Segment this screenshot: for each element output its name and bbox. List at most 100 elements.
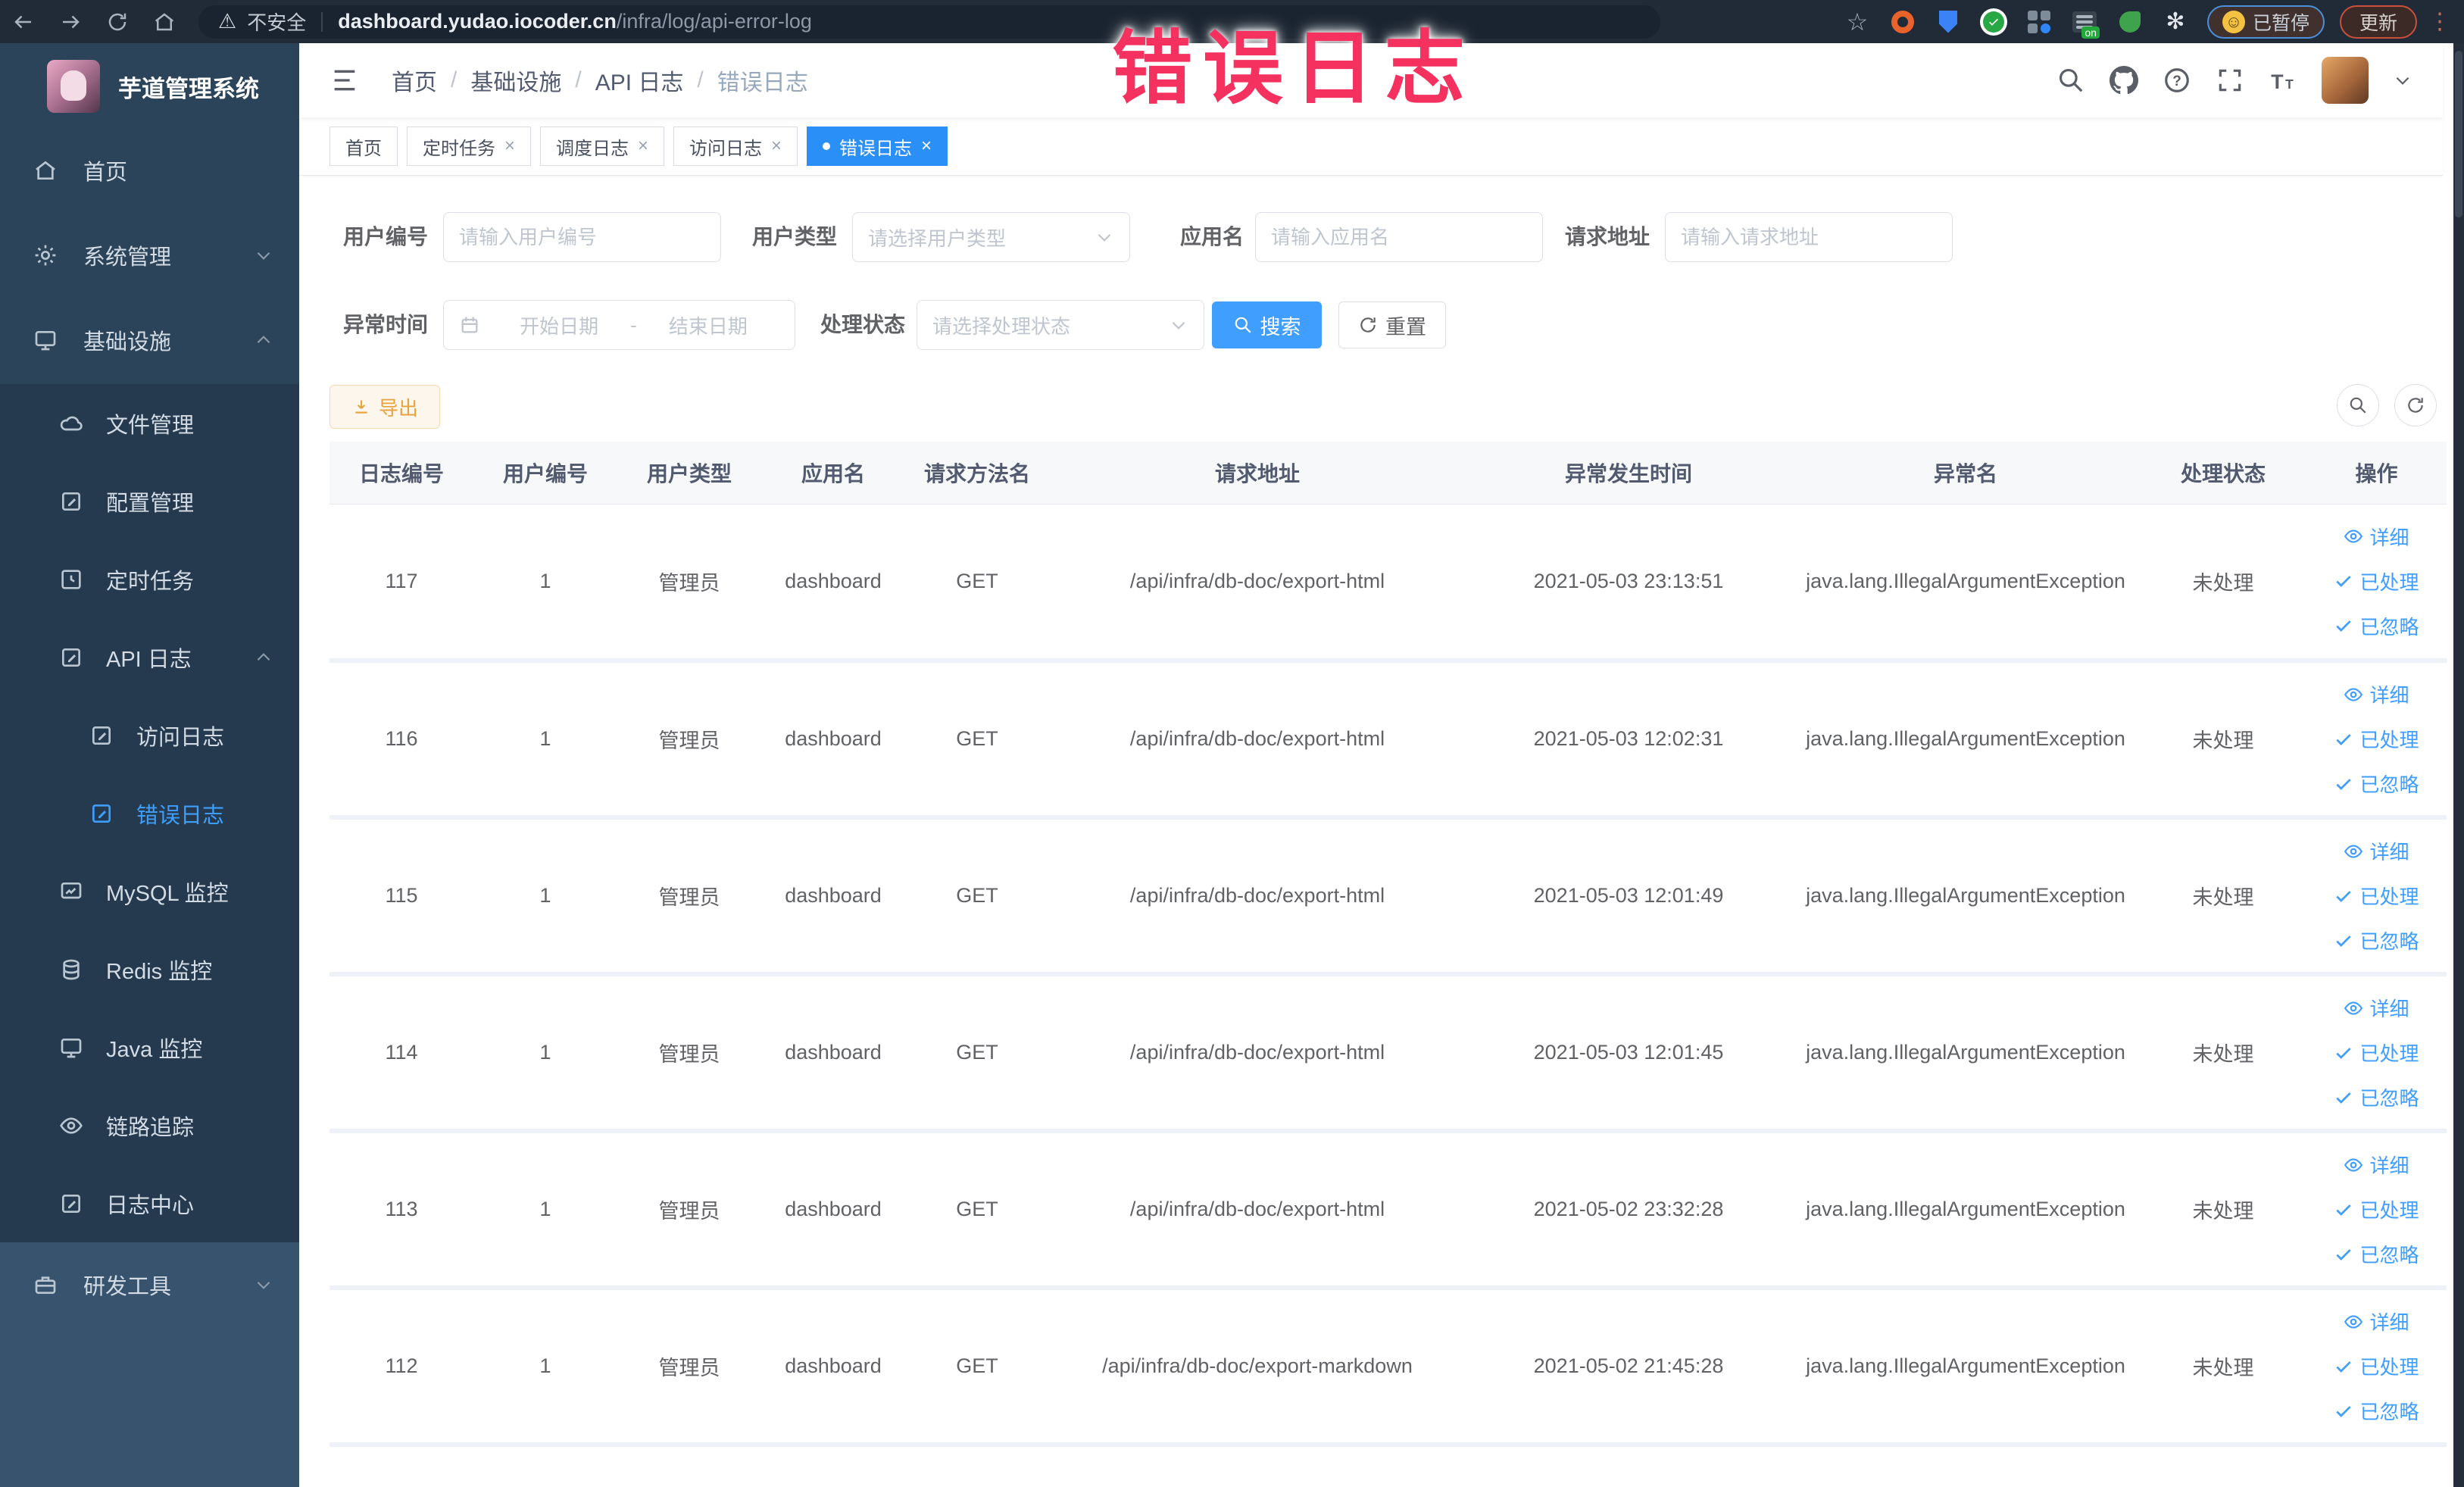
- cell-user-id: 1: [473, 1288, 617, 1447]
- cell-log-id: 116: [329, 661, 473, 820]
- fullscreen-icon[interactable]: [2216, 66, 2244, 95]
- close-icon[interactable]: ×: [638, 137, 648, 155]
- detail-link[interactable]: 详细: [2344, 680, 2409, 708]
- request-url-label: 请求地址: [1564, 225, 1650, 248]
- sidebar-item-system-management[interactable]: 系统管理: [0, 213, 299, 298]
- paused-extension-pill[interactable]: ☺ 已暂停: [2206, 5, 2325, 39]
- detail-link[interactable]: 详细: [2344, 523, 2409, 551]
- refresh-table-button[interactable]: [2394, 384, 2437, 426]
- sidebar-item-file-management[interactable]: 文件管理: [0, 384, 299, 462]
- extension-icon[interactable]: on: [2065, 5, 2104, 39]
- chevron-up-icon: [254, 648, 273, 667]
- ignored-link[interactable]: 已忽略: [2334, 612, 2419, 640]
- sidebar-item-config-management[interactable]: 配置管理: [0, 462, 299, 540]
- back-icon[interactable]: [0, 0, 47, 43]
- tag-dispatch-log[interactable]: 调度日志 ×: [540, 127, 665, 166]
- sidebar-item-infrastructure[interactable]: 基础设施: [0, 298, 299, 383]
- sidebar-item-trace[interactable]: 链路追踪: [0, 1086, 299, 1164]
- sidebar-item-java-monitor[interactable]: Java 监控: [0, 1008, 299, 1086]
- update-button[interactable]: 更新: [2339, 5, 2417, 39]
- sidebar-item-log-center[interactable]: 日志中心: [0, 1164, 299, 1242]
- sidebar-item-redis-monitor[interactable]: Redis 监控: [0, 930, 299, 1008]
- reload-icon[interactable]: [94, 0, 141, 43]
- ignored-link[interactable]: 已忽略: [2334, 1240, 2419, 1268]
- request-url-input[interactable]: [1665, 212, 1953, 262]
- smiley-icon: ☺: [2222, 10, 2245, 33]
- chevron-down-icon[interactable]: [2393, 70, 2412, 90]
- cell-user-id: 1: [473, 974, 617, 1133]
- extension-icon[interactable]: [1928, 5, 1968, 39]
- process-status-select[interactable]: 请选择处理状态: [917, 300, 1204, 350]
- scrollbar[interactable]: [2453, 43, 2464, 1487]
- sidebar-item-scheduled-tasks[interactable]: 定时任务: [0, 540, 299, 618]
- breadcrumb-item[interactable]: 首页: [392, 64, 437, 97]
- security-label[interactable]: 不安全: [247, 8, 306, 36]
- scrollbar-thumb[interactable]: [2455, 51, 2462, 217]
- extension-icon[interactable]: [2019, 5, 2059, 39]
- ignored-link[interactable]: 已忽略: [2334, 926, 2419, 954]
- detail-link[interactable]: 详细: [2344, 1307, 2409, 1335]
- export-button[interactable]: 导出: [329, 385, 440, 429]
- github-icon[interactable]: [2110, 66, 2138, 95]
- date-range-picker[interactable]: 开始日期 - 结束日期: [443, 300, 795, 350]
- user-id-input[interactable]: [443, 212, 721, 262]
- search-icon[interactable]: [2056, 66, 2085, 95]
- detail-link[interactable]: 详细: [2344, 1151, 2409, 1179]
- ignored-link[interactable]: 已忽略: [2334, 1397, 2419, 1425]
- sidebar-item-mysql-monitor[interactable]: MySQL 监控: [0, 852, 299, 930]
- ignored-link[interactable]: 已忽略: [2334, 1083, 2419, 1111]
- app-title: 芋道管理系统: [118, 75, 259, 102]
- detail-link[interactable]: 详细: [2344, 994, 2409, 1022]
- processed-link[interactable]: 已处理: [2334, 1352, 2419, 1380]
- app-logo[interactable]: 芋道管理系统: [47, 60, 259, 113]
- end-date-placeholder[interactable]: 结束日期: [637, 311, 779, 339]
- close-icon[interactable]: ×: [504, 137, 515, 155]
- detail-link[interactable]: 详细: [2344, 837, 2409, 865]
- sidebar-item-dev-tools[interactable]: 研发工具: [0, 1242, 299, 1327]
- extension-icon[interactable]: [1974, 5, 2013, 39]
- extension-icon[interactable]: [2110, 5, 2150, 39]
- sidebar-item-api-log[interactable]: API 日志: [0, 618, 299, 696]
- user-avatar[interactable]: [2322, 57, 2369, 104]
- extension-icon[interactable]: [1883, 5, 1922, 39]
- home-icon[interactable]: [141, 0, 188, 43]
- reset-button[interactable]: 重置: [1338, 301, 1446, 348]
- processed-link[interactable]: 已处理: [2334, 882, 2419, 910]
- breadcrumb-item[interactable]: 基础设施: [470, 64, 561, 97]
- forward-icon[interactable]: [47, 0, 94, 43]
- col-exception-name: 异常名: [1791, 442, 2140, 505]
- hamburger-icon[interactable]: [329, 65, 360, 95]
- start-date-placeholder[interactable]: 开始日期: [488, 311, 630, 339]
- processed-link[interactable]: 已处理: [2334, 725, 2419, 753]
- user-type-select[interactable]: 请选择用户类型: [852, 212, 1130, 262]
- tag-home[interactable]: 首页: [329, 127, 398, 166]
- sidebar-item-error-log[interactable]: 错误日志: [0, 774, 299, 852]
- tag-access-log[interactable]: 访问日志 ×: [673, 127, 798, 166]
- search-button[interactable]: 搜索: [1212, 301, 1322, 348]
- breadcrumb-item[interactable]: API 日志: [595, 64, 684, 97]
- sidebar-item-label: Redis 监控: [106, 959, 213, 984]
- extension-icon[interactable]: ✻: [2156, 5, 2195, 39]
- sidebar-item-home[interactable]: 首页: [0, 128, 299, 213]
- tag-error-log[interactable]: 错误日志 ×: [807, 127, 948, 166]
- processed-link[interactable]: 已处理: [2334, 567, 2419, 595]
- close-icon[interactable]: ×: [921, 137, 932, 155]
- cell-exception-time: 2021-05-03 12:01:45: [1466, 974, 1791, 1133]
- font-size-icon[interactable]: [2269, 66, 2297, 95]
- user-id-label: 用户编号: [342, 225, 428, 248]
- browser-menu-icon[interactable]: ⋮: [2423, 8, 2456, 35]
- close-icon[interactable]: ×: [771, 137, 782, 155]
- logo-avatar: [47, 60, 100, 113]
- toggle-search-button[interactable]: [2337, 384, 2379, 426]
- processed-link[interactable]: 已处理: [2334, 1039, 2419, 1067]
- search-button-label: 搜索: [1260, 315, 1301, 339]
- tag-scheduled-tasks[interactable]: 定时任务 ×: [407, 127, 532, 166]
- address-bar[interactable]: ⚠ 不安全 dashboard.yudao.iocoder.cn /infra/…: [198, 5, 1660, 39]
- help-icon[interactable]: [2163, 66, 2191, 95]
- sidebar-item-access-log[interactable]: 访问日志: [0, 696, 299, 774]
- app-name-input[interactable]: [1255, 212, 1543, 262]
- ignored-link[interactable]: 已忽略: [2334, 770, 2419, 798]
- navbar: 首页 / 基础设施 / API 日志 / 错误日志: [299, 43, 2443, 117]
- bookmark-star-icon[interactable]: ☆: [1838, 8, 1877, 36]
- processed-link[interactable]: 已处理: [2334, 1195, 2419, 1223]
